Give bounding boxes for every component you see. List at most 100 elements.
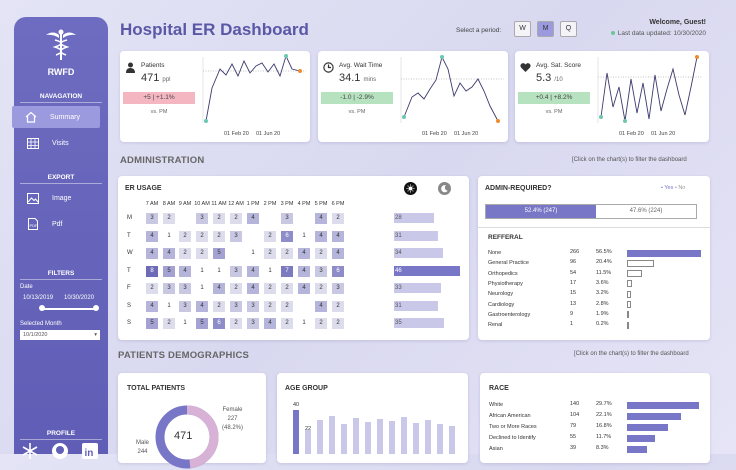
admin-no-segment[interactable]: 47.6% (224) <box>596 205 696 218</box>
referral-bar[interactable] <box>627 270 642 278</box>
age-bar[interactable] <box>305 430 311 454</box>
heatmap-cell[interactable]: 4 <box>247 265 259 277</box>
heatmap-cell[interactable]: 3 <box>196 213 208 224</box>
heatmap-cell[interactable]: 3 <box>179 300 191 312</box>
heatmap-cell[interactable]: 8 <box>146 265 158 277</box>
age-bar[interactable] <box>293 410 299 454</box>
heatmap-cell[interactable]: 3 <box>247 318 259 329</box>
heatmap-cell[interactable]: 3 <box>247 300 259 312</box>
heatmap-cell[interactable]: 3 <box>230 265 242 277</box>
heatmap-cell[interactable]: 5 <box>213 248 225 259</box>
heatmap-cell[interactable]: 2 <box>332 213 344 224</box>
heatmap-cell[interactable]: 2 <box>196 230 208 242</box>
day-total-bar[interactable]: 31 <box>394 230 438 241</box>
day-total-bar[interactable]: 34 <box>394 248 443 258</box>
heatmap-cell[interactable]: 2 <box>281 318 293 329</box>
heatmap-cell[interactable]: 2 <box>163 213 175 224</box>
day-total-bar[interactable]: 46 <box>394 265 460 276</box>
heatmap-cell[interactable]: 2 <box>146 283 158 294</box>
heatmap-cell[interactable]: 3 <box>230 230 242 242</box>
race-bar[interactable] <box>627 445 647 453</box>
nav-item-visits[interactable]: Visits <box>14 132 108 154</box>
referral-bar[interactable] <box>627 290 631 298</box>
age-bar[interactable] <box>413 423 419 454</box>
age-bar[interactable] <box>377 419 383 454</box>
heatmap-cell[interactable]: 2 <box>264 230 276 242</box>
heatmap-cell[interactable]: 4 <box>146 300 158 312</box>
heatmap-cell[interactable]: 4 <box>315 300 327 312</box>
heatmap-cell[interactable]: 7 <box>281 265 293 277</box>
race-bar[interactable] <box>627 434 655 442</box>
heatmap-cell[interactable]: 4 <box>332 248 344 259</box>
heatmap-cell[interactable]: 2 <box>230 213 242 224</box>
day-total-bar[interactable]: 31 <box>394 300 438 311</box>
heatmap-cell[interactable]: 6 <box>332 265 344 277</box>
heatmap-cell[interactable] <box>230 248 242 259</box>
heatmap-cell[interactable]: 4 <box>298 265 310 277</box>
heatmap-cell[interactable] <box>179 213 191 224</box>
heatmap-cell[interactable]: 3 <box>179 283 191 294</box>
heatmap-cell[interactable]: 1 <box>298 230 310 242</box>
heatmap-cell[interactable]: 4 <box>146 230 158 242</box>
slider-handle-end[interactable] <box>93 305 99 311</box>
age-bar[interactable] <box>425 420 431 454</box>
age-bar[interactable] <box>317 420 323 454</box>
period-w-button[interactable]: W <box>514 21 531 37</box>
heatmap-cell[interactable]: 6 <box>213 318 225 329</box>
heatmap-cell[interactable]: 1 <box>247 248 259 259</box>
export-image[interactable]: Image <box>14 187 108 209</box>
referral-bar[interactable] <box>627 301 631 308</box>
admin-yes-segment[interactable]: 52.4% (247) <box>486 205 596 218</box>
slider-handle-start[interactable] <box>39 305 45 311</box>
date-range-slider[interactable] <box>39 305 99 311</box>
heatmap-cell[interactable]: 2 <box>332 318 344 329</box>
heatmap-cell[interactable]: 1 <box>196 283 208 294</box>
age-bar[interactable] <box>329 416 335 454</box>
month-select[interactable]: 10/1/2020 ▾ <box>20 330 100 340</box>
race-bar[interactable] <box>627 401 699 409</box>
heatmap-cell[interactable]: 4 <box>163 248 175 259</box>
heatmap-cell[interactable]: 1 <box>179 318 191 329</box>
heatmap-cell[interactable]: 2 <box>230 283 242 294</box>
heatmap-cell[interactable]: 4 <box>196 300 208 312</box>
heatmap-cell[interactable]: 2 <box>281 300 293 312</box>
dark-mode-icon[interactable] <box>438 182 451 195</box>
day-total-bar[interactable]: 35 <box>394 318 444 328</box>
heatmap-cell[interactable]: 2 <box>315 318 327 329</box>
period-m-button[interactable]: M <box>537 21 554 37</box>
kpi-card-patients[interactable]: Patients 471 ppl +5 | +1.1% vs. PM 01 Fe… <box>120 51 310 142</box>
heatmap-cell[interactable]: 2 <box>315 283 327 294</box>
referral-bar[interactable] <box>627 280 632 288</box>
heatmap-cell[interactable]: 1 <box>163 300 175 312</box>
heatmap-cell[interactable]: 4 <box>264 318 276 329</box>
heatmap-cell[interactable]: 5 <box>163 265 175 277</box>
heatmap-cell[interactable]: 2 <box>264 283 276 294</box>
heatmap-cell[interactable]: 4 <box>315 230 327 242</box>
kpi-card-satisfaction[interactable]: Avg. Sat. Score 5.3 /10 +0.4 | +8.2% vs.… <box>515 51 709 142</box>
nav-item-summary[interactable]: Summary <box>12 106 100 128</box>
race-bar[interactable] <box>627 423 668 431</box>
heatmap-cell[interactable]: 4 <box>247 283 259 294</box>
heatmap-cell[interactable]: 2 <box>213 230 225 242</box>
heatmap-cell[interactable]: 4 <box>315 213 327 224</box>
heatmap-cell[interactable]: 6 <box>281 230 293 242</box>
heatmap-cell[interactable]: 1 <box>298 318 310 329</box>
heatmap-cell[interactable]: 3 <box>230 300 242 312</box>
github-icon[interactable] <box>51 442 69 460</box>
heatmap-cell[interactable]: 4 <box>179 265 191 277</box>
heatmap-cell[interactable] <box>298 213 310 224</box>
day-total-bar[interactable]: 28 <box>394 213 434 223</box>
heatmap-cell[interactable]: 4 <box>247 213 259 224</box>
age-chart[interactable] <box>283 410 463 454</box>
heatmap-cell[interactable]: 2 <box>213 213 225 224</box>
referral-bar[interactable] <box>627 311 629 319</box>
heatmap-cell[interactable]: 4 <box>298 248 310 259</box>
referral-bar[interactable] <box>627 259 654 267</box>
heatmap-cell[interactable]: 2 <box>213 300 225 312</box>
period-q-button[interactable]: Q <box>560 21 577 37</box>
age-bar[interactable] <box>353 418 359 454</box>
heatmap-cell[interactable]: 5 <box>146 318 158 329</box>
heatmap-cell[interactable]: 1 <box>213 265 225 277</box>
age-bar[interactable] <box>389 421 395 454</box>
age-bar[interactable] <box>341 424 347 454</box>
